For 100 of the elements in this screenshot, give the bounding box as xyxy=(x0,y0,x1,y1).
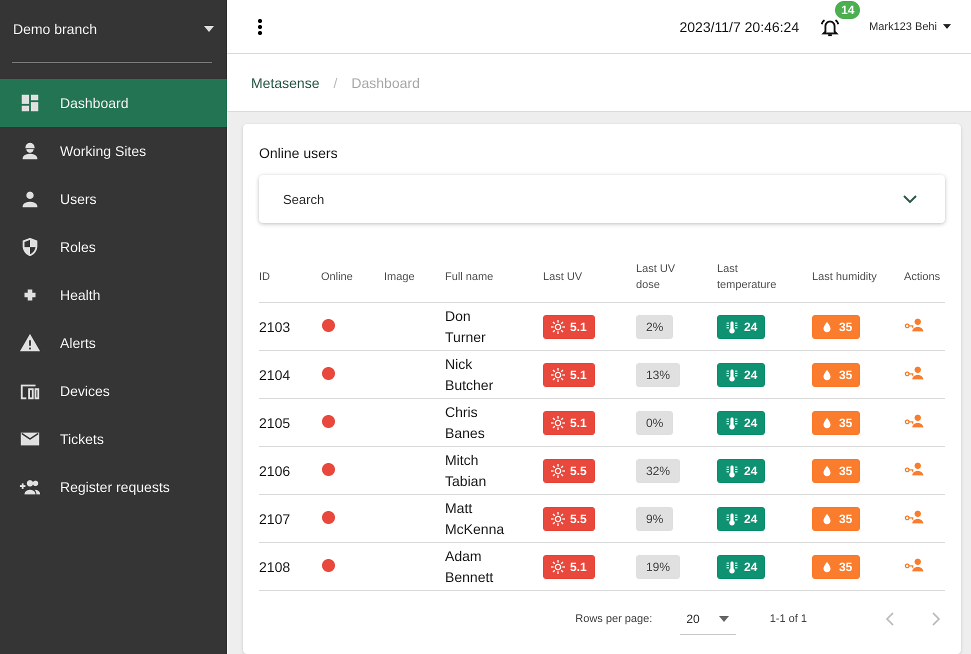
sun-icon xyxy=(551,320,565,334)
name-cell-text: Nick Butcher xyxy=(445,354,494,394)
column-header: Image xyxy=(384,270,415,284)
name-cell-text: Matt McKenna xyxy=(445,498,506,538)
caret-icon xyxy=(943,24,951,29)
nav-label: Register requests xyxy=(60,479,170,495)
thermometer-icon xyxy=(725,416,739,430)
dose-chip: 32% xyxy=(636,458,680,482)
user-menu[interactable]: Mark123 Behi xyxy=(869,20,951,32)
warning-icon xyxy=(19,332,41,354)
column-header: Full name xyxy=(445,270,494,284)
user-key-icon[interactable] xyxy=(904,413,926,429)
nav-item[interactable]: Register requests xyxy=(0,463,227,511)
dose-chip: 13% xyxy=(636,362,680,386)
user-key-icon[interactable] xyxy=(904,461,926,477)
humidity-chip: 35 xyxy=(812,554,860,578)
thermometer-icon xyxy=(725,512,739,526)
nav-item[interactable]: Working Sites xyxy=(0,127,227,175)
caret-icon xyxy=(718,616,730,622)
date-time: 2023/11/7 20:46:24 xyxy=(679,18,800,34)
nav-label: Alerts xyxy=(60,335,96,351)
dose-chip: 19% xyxy=(636,554,680,578)
thermometer-icon xyxy=(725,320,739,334)
more-icon[interactable] xyxy=(257,18,263,36)
breadcrumb-separator: / xyxy=(333,74,338,90)
sun-icon xyxy=(551,368,565,382)
rows-per-page-label: Rows per page: xyxy=(575,613,652,625)
name-cell-text: Mitch Tabian xyxy=(445,450,488,490)
id-cell: 2105 xyxy=(259,414,290,430)
humidity-chip: 35 xyxy=(812,362,860,386)
nav-item[interactable]: Alerts xyxy=(0,319,227,367)
humidity-chip: 35 xyxy=(812,410,860,434)
uv-chip: 5.1 xyxy=(543,554,595,578)
uv-chip: 5.5 xyxy=(543,458,595,482)
column-header: Last UV xyxy=(543,270,582,284)
user-key-icon[interactable] xyxy=(904,317,926,333)
uv-chip: 5.1 xyxy=(543,362,595,386)
column-header: Last UV dose xyxy=(636,262,676,292)
temperature-chip: 24 xyxy=(717,362,766,386)
search-panel[interactable]: Search xyxy=(259,175,945,223)
card-title: Online users xyxy=(259,144,339,163)
nav-item[interactable]: Health xyxy=(0,271,227,319)
column-header: Last temperature xyxy=(717,262,778,292)
sun-icon xyxy=(551,560,565,574)
sun-icon xyxy=(551,512,565,526)
nav-label: Working Sites xyxy=(60,143,146,159)
humidity-chip: 35 xyxy=(812,314,860,338)
user-key-icon[interactable] xyxy=(904,557,926,573)
id-cell: 2107 xyxy=(259,510,290,526)
nav-label: Roles xyxy=(60,239,96,255)
breadcrumb-current: Dashboard xyxy=(351,74,420,90)
temperature-chip: 24 xyxy=(717,314,766,338)
thermometer-icon xyxy=(725,560,739,574)
id-cell: 2108 xyxy=(259,558,290,574)
column-header: Actions xyxy=(904,270,940,284)
nav-label: Users xyxy=(60,191,97,207)
humidity-chip: 35 xyxy=(812,506,860,530)
nav-item[interactable]: Devices xyxy=(0,367,227,415)
dose-chip: 9% xyxy=(636,506,674,530)
chevron-icon xyxy=(903,194,917,204)
name-cell-text: Adam Bennett xyxy=(445,546,494,586)
name-cell-text: Don Turner xyxy=(445,306,487,346)
id-cell: 2104 xyxy=(259,366,290,382)
search-label: Search xyxy=(283,192,324,206)
page-range: 1-1 of 1 xyxy=(770,613,807,625)
sun-icon xyxy=(551,416,565,430)
temperature-chip: 24 xyxy=(717,506,766,530)
dashboard-icon xyxy=(19,92,41,114)
id-cell: 2103 xyxy=(259,318,290,334)
nav-label: Dashboard xyxy=(60,95,128,111)
column-header: Online xyxy=(321,270,353,284)
nav-item[interactable]: Roles xyxy=(0,223,227,271)
humidity-chip: 35 xyxy=(812,458,860,482)
nav-item[interactable]: Dashboard xyxy=(0,79,227,127)
uv-chip: 5.1 xyxy=(543,314,595,338)
uv-chip: 5.5 xyxy=(543,506,595,530)
user-key-icon[interactable] xyxy=(904,509,926,525)
rows-per-page-select[interactable]: 20 xyxy=(680,604,736,634)
caret-icon[interactable] xyxy=(204,26,214,32)
thermometer-icon xyxy=(725,368,739,382)
branch-name: Demo branch xyxy=(13,21,98,37)
id-cell: 2106 xyxy=(259,462,290,478)
breadcrumb-link[interactable]: Metasense xyxy=(251,74,320,90)
user-key-icon[interactable] xyxy=(904,365,926,381)
sun-icon xyxy=(551,464,565,478)
nav-label: Devices xyxy=(60,383,110,399)
thermometer-icon xyxy=(725,464,739,478)
dose-chip: 0% xyxy=(636,410,674,434)
notification-count: 14 xyxy=(835,0,860,18)
temperature-chip: 24 xyxy=(717,458,766,482)
nav-label: Tickets xyxy=(60,431,104,447)
temperature-chip: 24 xyxy=(717,410,766,434)
temperature-chip: 24 xyxy=(717,554,766,578)
nav-item[interactable]: Users xyxy=(0,175,227,223)
nav-item[interactable]: Tickets xyxy=(0,415,227,463)
name-cell-text: Chris Banes xyxy=(445,402,486,442)
uv-chip: 5.1 xyxy=(543,410,595,434)
column-header: Last humidity xyxy=(812,270,877,284)
column-header: ID xyxy=(259,270,270,284)
nav-label: Health xyxy=(60,287,100,303)
